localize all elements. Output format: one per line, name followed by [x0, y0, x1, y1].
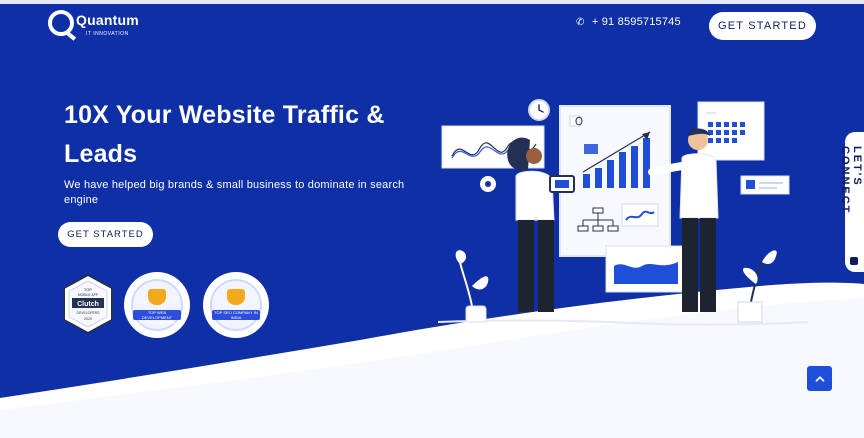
hero-title: 10X Your Website Traffic & Leads: [64, 101, 385, 168]
logo-mark: [48, 10, 74, 36]
logo-tagline: IT INNOVATION: [86, 31, 129, 37]
chat-icon: [850, 257, 858, 265]
plant-right: [737, 250, 778, 323]
lets-connect-tab[interactable]: LET'S CONNECT: [839, 132, 864, 272]
chevron-up-icon: [815, 375, 824, 382]
award-badge-ribbon: TOP SEO COMPANY IN INDIA: [212, 310, 260, 320]
calendar-card: [697, 101, 765, 161]
phone-number-text: + 91 8595715745: [591, 16, 681, 28]
clutch-badge: TOP MOBILE APP Clutch DEVELOPERS 2020: [63, 273, 113, 335]
header-get-started-button[interactable]: GET STARTED: [709, 12, 816, 40]
phone-icon: ✆: [576, 17, 585, 28]
award-badge-web-dev: TOP WEB DEVELOPMENT COMPANY IN INDIA: [124, 272, 190, 338]
hero-section: Quantum IT INNOVATION ✆ + 91 8595715745 …: [0, 0, 864, 438]
award-badge-ribbon: TOP WEB DEVELOPMENT COMPANY IN INDIA: [133, 310, 181, 325]
logo-name: Quantum: [76, 12, 139, 28]
lets-connect-label: LET'S CONNECT: [839, 146, 863, 215]
clutch-brand-text: Clutch: [77, 301, 99, 308]
award-badge-inner: [210, 279, 262, 331]
clutch-top-text: TOP: [84, 287, 92, 292]
award-badge-title: TOP SEO COMPANY IN INDIA: [214, 310, 258, 320]
clutch-line1-text: MOBILE APP: [78, 293, 99, 297]
award-badge-title: TOP WEB DEVELOPMENT COMPANY IN INDIA: [138, 310, 176, 325]
phone-number[interactable]: ✆ + 91 8595715745: [576, 16, 681, 28]
back-to-top-button[interactable]: [807, 366, 832, 391]
hero-illustration: [438, 99, 808, 326]
presentation-board: [559, 105, 671, 257]
brand-logo[interactable]: Quantum IT INNOVATION: [48, 8, 158, 42]
clutch-line2-text: DEVELOPERS: [77, 311, 101, 315]
award-badge-seo: TOP SEO COMPANY IN INDIA: [203, 272, 269, 338]
trophy-icon: [148, 289, 166, 305]
hero-subtitle: We have helped big brands & small busine…: [64, 179, 405, 206]
plant-left: [455, 250, 489, 323]
trophy-icon: [227, 289, 245, 305]
clutch-year-text: 2020: [84, 317, 92, 321]
hero-get-started-button[interactable]: GET STARTED: [58, 222, 153, 247]
